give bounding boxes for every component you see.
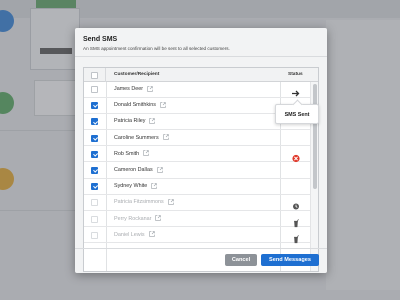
header-recipient: Customer/Recipient bbox=[114, 72, 160, 77]
external-link-icon[interactable] bbox=[164, 199, 174, 205]
external-link-icon[interactable] bbox=[145, 231, 155, 238]
trash-icon[interactable] bbox=[289, 231, 303, 243]
recipient-name: Patricia Riley bbox=[114, 114, 156, 130]
select-all-checkbox[interactable] bbox=[91, 71, 98, 79]
table-row[interactable]: Daniel Lewis bbox=[84, 228, 318, 244]
table-row[interactable]: Caroline Summers bbox=[84, 131, 318, 147]
recipient-name: Donald Smithkins bbox=[114, 98, 166, 114]
row-checkbox[interactable] bbox=[91, 102, 98, 110]
recipient-name: James Deer bbox=[114, 82, 153, 98]
table-row[interactable]: Sydney White bbox=[84, 179, 318, 195]
external-link-icon[interactable] bbox=[151, 215, 162, 222]
recipient-name-text: Sydney White bbox=[114, 183, 148, 190]
recipient-name: Daniel Lewis bbox=[114, 228, 155, 244]
row-checkbox[interactable] bbox=[91, 199, 98, 207]
header-status: Status bbox=[288, 72, 303, 77]
table-row[interactable]: Cameron Dallas bbox=[84, 163, 318, 179]
row-checkbox[interactable] bbox=[91, 215, 98, 223]
recipients-table: Customer/Recipient Status James Deer Dona… bbox=[83, 67, 319, 272]
recipient-name-text: Caroline Summers bbox=[114, 134, 159, 141]
recipient-name-text: Rob Smith bbox=[114, 150, 140, 157]
row-checkbox[interactable] bbox=[91, 118, 98, 126]
recipient-name-text: Perry Rockanar bbox=[114, 215, 152, 222]
recipient-name: Caroline Summers bbox=[114, 131, 169, 147]
recipient-name: Rob Smith bbox=[114, 147, 149, 163]
row-checkbox[interactable] bbox=[91, 183, 98, 191]
header-checkbox-cell bbox=[84, 68, 106, 82]
row-checkbox[interactable] bbox=[91, 134, 98, 142]
recipient-name: Sydney White bbox=[114, 179, 157, 195]
external-link-icon[interactable] bbox=[139, 150, 149, 157]
title-divider bbox=[75, 56, 327, 57]
table-row[interactable]: Perry Rockanar bbox=[84, 212, 318, 228]
recipient-name-text: Cameron Dallas bbox=[114, 167, 153, 173]
trash-icon[interactable] bbox=[289, 215, 303, 227]
row-checkbox[interactable] bbox=[91, 150, 98, 158]
send-messages-button[interactable]: Send Messages bbox=[261, 254, 319, 266]
sms-sent-tooltip: SMS Sent bbox=[275, 104, 319, 124]
recipient-name-text: Donald Smithkins bbox=[114, 102, 156, 109]
recipient-name-text: Daniel Lewis bbox=[114, 231, 145, 238]
external-link-icon[interactable] bbox=[159, 134, 169, 141]
recipient-name-text: Patricia Fitzsimmons bbox=[114, 199, 164, 206]
row-checkbox[interactable] bbox=[91, 86, 98, 93]
modal-description: An SMS appointment confirmation will be … bbox=[83, 46, 230, 51]
row-checkbox[interactable] bbox=[91, 167, 98, 174]
pending-clock-icon[interactable] bbox=[289, 198, 303, 210]
sent-arrow-icon[interactable] bbox=[289, 85, 303, 97]
recipient-name-text: James Deer bbox=[114, 86, 144, 92]
external-link-icon[interactable] bbox=[147, 183, 157, 189]
recipient-name: Perry Rockanar bbox=[114, 212, 162, 228]
send-sms-modal: Send SMS An SMS appointment confirmation… bbox=[75, 28, 327, 273]
external-link-icon[interactable] bbox=[156, 102, 166, 108]
row-checkbox[interactable] bbox=[91, 231, 98, 239]
external-link-icon[interactable] bbox=[143, 85, 153, 92]
modal-title: Send SMS bbox=[83, 36, 118, 43]
recipient-name: Patricia Fitzsimmons bbox=[114, 195, 174, 211]
recipient-name: Cameron Dallas bbox=[114, 163, 163, 179]
table-header: Customer/Recipient Status bbox=[84, 68, 318, 82]
external-link-icon[interactable] bbox=[145, 118, 156, 124]
table-row[interactable]: Patricia Fitzsimmons bbox=[84, 195, 318, 211]
cancel-button[interactable]: Cancel bbox=[225, 254, 257, 266]
scrollbar-thumb[interactable] bbox=[312, 84, 317, 189]
table-row[interactable]: James Deer bbox=[84, 82, 318, 98]
external-link-icon[interactable] bbox=[153, 166, 163, 173]
recipient-name-text: Patricia Riley bbox=[114, 118, 146, 125]
error-x-icon[interactable] bbox=[289, 150, 303, 162]
footer-divider bbox=[75, 248, 327, 249]
table-row[interactable]: Rob Smith bbox=[84, 147, 318, 163]
